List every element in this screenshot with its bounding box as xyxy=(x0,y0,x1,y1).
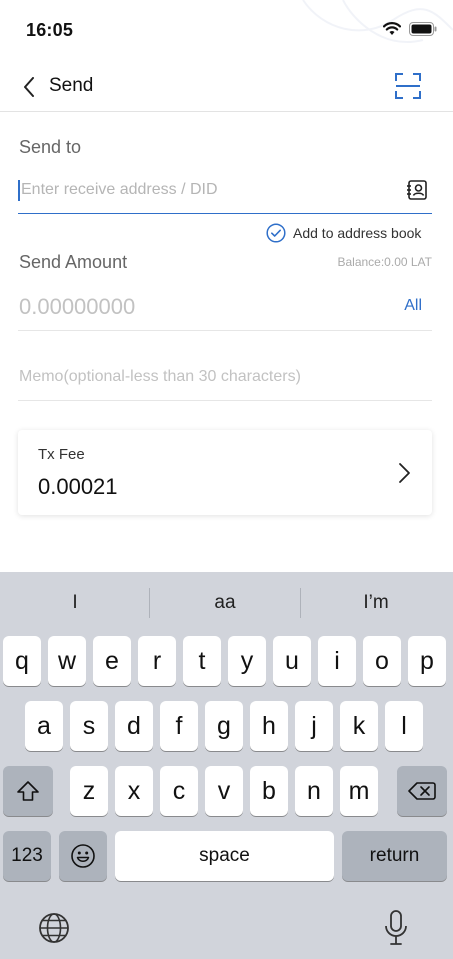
shift-key[interactable] xyxy=(3,766,53,816)
key-z[interactable]: z xyxy=(70,766,108,816)
key-j[interactable]: j xyxy=(295,701,333,751)
key-u[interactable]: u xyxy=(273,636,311,686)
balance-text: Balance:0.00 LAT xyxy=(337,255,432,269)
globe-icon[interactable] xyxy=(38,912,70,944)
key-p[interactable]: p xyxy=(408,636,446,686)
key-l[interactable]: l xyxy=(385,701,423,751)
send-to-label: Send to xyxy=(19,137,82,157)
key-w[interactable]: w xyxy=(48,636,86,686)
tx-fee-label: Tx Fee xyxy=(38,446,85,463)
suggestion-item[interactable]: aa xyxy=(150,584,300,622)
address-field xyxy=(18,172,432,214)
suggestion-item[interactable]: I xyxy=(0,584,150,622)
suggestion-item[interactable]: I’m xyxy=(301,584,451,622)
nav-bar: Send xyxy=(0,60,453,112)
keyboard: I aa I’m q w e r t y u i o p a s d f g h… xyxy=(0,572,453,959)
shift-icon xyxy=(17,781,39,801)
status-time: 16:05 xyxy=(26,20,74,40)
key-f[interactable]: f xyxy=(160,701,198,751)
key-a[interactable]: a xyxy=(25,701,63,751)
key-q[interactable]: q xyxy=(3,636,41,686)
space-key[interactable]: space xyxy=(115,831,334,881)
tx-fee-value: 0.00021 xyxy=(38,474,118,499)
key-r[interactable]: r xyxy=(138,636,176,686)
key-h[interactable]: h xyxy=(250,701,288,751)
battery-icon xyxy=(409,22,437,36)
scan-icon xyxy=(395,73,421,99)
tx-fee-card[interactable]: Tx Fee 0.00021 xyxy=(18,430,432,515)
check-circle-icon xyxy=(266,223,286,243)
key-v[interactable]: v xyxy=(205,766,243,816)
contacts-icon xyxy=(407,180,427,200)
key-t[interactable]: t xyxy=(183,636,221,686)
amount-field: All xyxy=(18,282,432,331)
key-y[interactable]: y xyxy=(228,636,266,686)
all-button[interactable]: All xyxy=(404,297,422,315)
chevron-right-icon xyxy=(399,463,410,483)
wifi-icon xyxy=(383,22,401,35)
add-to-address-book-label: Add to address book xyxy=(293,225,422,241)
back-button[interactable] xyxy=(16,74,42,100)
send-amount-label: Send Amount xyxy=(19,252,128,272)
key-e[interactable]: e xyxy=(93,636,131,686)
page-title: Send xyxy=(49,75,94,96)
key-s[interactable]: s xyxy=(70,701,108,751)
key-m[interactable]: m xyxy=(340,766,378,816)
delete-key[interactable] xyxy=(397,766,447,816)
back-icon xyxy=(24,77,34,97)
emoji-key[interactable] xyxy=(59,831,107,881)
amount-input[interactable] xyxy=(18,290,358,324)
add-to-address-book[interactable]: Add to address book xyxy=(266,223,421,243)
address-input[interactable] xyxy=(18,172,398,208)
key-k[interactable]: k xyxy=(340,701,378,751)
numbers-key[interactable]: 123 xyxy=(3,831,51,881)
delete-icon xyxy=(408,782,436,800)
key-d[interactable]: d xyxy=(115,701,153,751)
key-i[interactable]: i xyxy=(318,636,356,686)
status-icons xyxy=(383,22,437,36)
suggestion-bar: I aa I’m xyxy=(0,584,453,622)
memo-field xyxy=(18,355,432,401)
key-n[interactable]: n xyxy=(295,766,333,816)
address-book-button[interactable] xyxy=(406,179,428,201)
key-o[interactable]: o xyxy=(363,636,401,686)
return-key[interactable]: return xyxy=(342,831,447,881)
scan-button[interactable] xyxy=(394,72,422,100)
key-x[interactable]: x xyxy=(115,766,153,816)
key-c[interactable]: c xyxy=(160,766,198,816)
emoji-icon xyxy=(71,844,95,868)
key-g[interactable]: g xyxy=(205,701,243,751)
text-cursor xyxy=(18,180,20,201)
microphone-icon[interactable] xyxy=(384,909,408,947)
key-b[interactable]: b xyxy=(250,766,288,816)
memo-input[interactable] xyxy=(18,363,432,391)
status-bar: 16:05 xyxy=(0,0,453,56)
